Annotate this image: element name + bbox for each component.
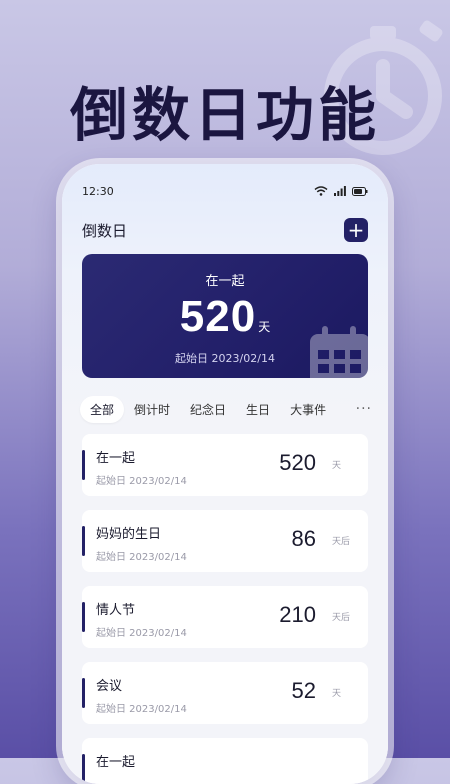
- list-item[interactable]: 情人节 起始日 2023/02/14 210 天后: [82, 586, 368, 648]
- featured-event-name: 在一起: [205, 274, 245, 289]
- accent-bar: [82, 526, 85, 556]
- status-time: 12:30: [82, 184, 114, 198]
- app-screen: 12:30 倒数日 + 在一起 520 天 起始日 2023/02/14 全部 …: [62, 164, 388, 784]
- accent-bar: [82, 678, 85, 708]
- event-name: 情人节: [96, 603, 136, 618]
- battery-icon: [352, 186, 368, 196]
- status-bar: 12:30: [82, 184, 368, 198]
- add-event-button[interactable]: +: [344, 218, 368, 242]
- status-icons: [314, 186, 368, 196]
- event-days: 86: [291, 526, 316, 551]
- event-days: 210: [279, 602, 316, 627]
- event-name: 在一起: [96, 451, 136, 466]
- accent-bar: [82, 602, 85, 632]
- event-name: 妈妈的生日: [96, 527, 162, 542]
- list-item[interactable]: 会议 起始日 2023/02/14 52 天: [82, 662, 368, 724]
- event-days: 520: [279, 450, 316, 475]
- event-date: 起始日 2023/02/14: [96, 552, 187, 563]
- tab-major-events[interactable]: 大事件: [280, 396, 336, 423]
- event-unit: 天后: [332, 537, 351, 547]
- featured-event-days: 520: [179, 292, 257, 341]
- calendar-icon: [310, 326, 368, 378]
- event-name: 在一起: [96, 755, 136, 770]
- featured-event-unit: 天: [258, 320, 271, 334]
- tab-anniversary[interactable]: 纪念日: [180, 396, 236, 423]
- phone-frame: 12:30 倒数日 + 在一起 520 天 起始日 2023/02/14 全部 …: [62, 164, 388, 784]
- list-item[interactable]: 妈妈的生日 起始日 2023/02/14 86 天后: [82, 510, 368, 572]
- list-item[interactable]: 在一起: [82, 738, 368, 784]
- page-headline: 倒数日功能: [69, 81, 380, 149]
- featured-event-card[interactable]: 在一起 520 天 起始日 2023/02/14: [82, 254, 368, 378]
- accent-bar: [82, 450, 85, 480]
- tab-all[interactable]: 全部: [80, 395, 125, 423]
- event-days: 52: [291, 678, 316, 703]
- app-bar: 倒数日 +: [82, 216, 368, 244]
- event-unit: 天后: [332, 613, 351, 623]
- tab-countdown[interactable]: 倒计时: [124, 396, 180, 423]
- tab-birthday[interactable]: 生日: [236, 396, 280, 423]
- app-title: 倒数日: [82, 221, 128, 240]
- event-date: 起始日 2023/02/14: [96, 704, 187, 715]
- event-name: 会议: [96, 679, 123, 694]
- signal-icon: [334, 186, 346, 196]
- event-list: 在一起 起始日 2023/02/14 520 天 妈妈的生日 起始日 2023/…: [82, 434, 368, 784]
- category-tabs: 全部 倒计时 纪念日 生日 大事件 ···: [80, 395, 372, 423]
- wifi-icon: [314, 186, 328, 196]
- event-unit: 天: [332, 689, 342, 699]
- event-date: 起始日 2023/02/14: [96, 476, 187, 487]
- event-unit: 天: [332, 461, 342, 471]
- event-date: 起始日 2023/02/14: [96, 628, 187, 639]
- accent-bar: [82, 754, 85, 784]
- more-icon[interactable]: ···: [356, 401, 372, 417]
- list-item[interactable]: 在一起 起始日 2023/02/14 520 天: [82, 434, 368, 496]
